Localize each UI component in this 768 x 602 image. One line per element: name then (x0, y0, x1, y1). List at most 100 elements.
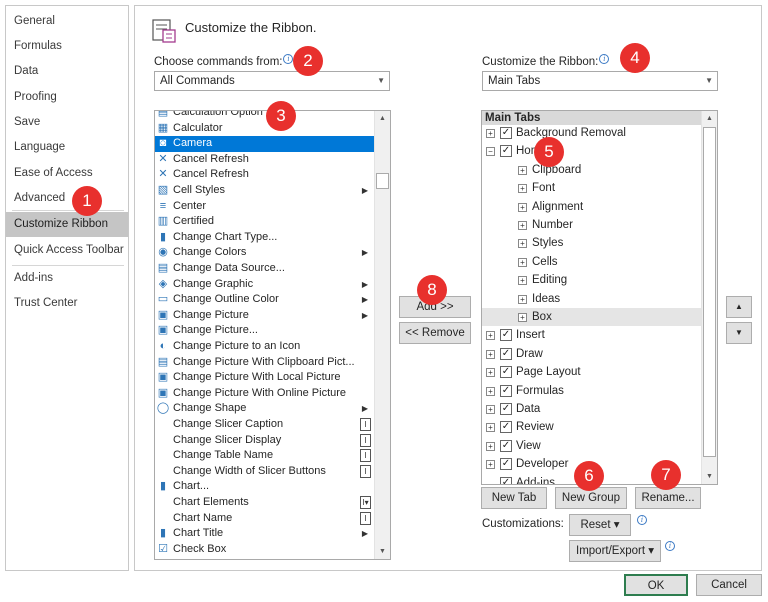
expand-icon[interactable]: + (486, 386, 495, 396)
command-list-item[interactable]: ▮ Chart Title ▶ (155, 526, 374, 542)
scroll-up-icon[interactable]: ▲ (375, 111, 390, 126)
tree-tab-item[interactable]: + ✓ Page Layout (482, 363, 701, 381)
expand-icon[interactable]: + (486, 349, 495, 359)
collapse-icon[interactable]: − (486, 147, 495, 157)
cancel-button[interactable]: Cancel (696, 574, 762, 596)
command-list-item[interactable]: ▤ Change Data Source... (155, 261, 374, 277)
expand-icon[interactable]: + (518, 221, 527, 230)
scroll-down-icon[interactable]: ▼ (702, 469, 717, 484)
command-list-item[interactable]: Chart Elements I▾ (155, 495, 374, 511)
nav-item-ease-of-access[interactable]: Ease of Access (6, 161, 128, 186)
nav-item-general[interactable]: General (6, 9, 128, 34)
tabs-scrollbar[interactable]: ▲ ▼ (701, 111, 717, 484)
checkbox[interactable]: ✓ (500, 439, 512, 452)
nav-item-customize-ribbon[interactable]: Customize Ribbon (6, 212, 128, 237)
nav-item-add-ins[interactable]: Add-ins (6, 266, 128, 291)
tree-group-item[interactable]: + Cells (482, 253, 701, 271)
checkbox[interactable]: ✓ (500, 127, 512, 139)
tree-tab-item[interactable]: + ✓ Data (482, 400, 701, 418)
command-list-item[interactable]: ▭ Change Outline Color ▶ (155, 292, 374, 308)
tree-group-item[interactable]: + Editing (482, 271, 701, 289)
new-tab-button[interactable]: New Tab (481, 487, 547, 509)
tree-group-item[interactable]: + Number (482, 216, 701, 234)
command-list-item[interactable]: ▮ Change Chart Type... (155, 230, 374, 246)
expand-icon[interactable]: + (486, 460, 495, 470)
command-list-item[interactable]: ◐ Change Picture to an Icon (155, 339, 374, 355)
command-list-item[interactable]: ▥ Certified (155, 214, 374, 230)
command-list-item[interactable]: Change Width of Slicer Buttons I (155, 464, 374, 480)
command-list-item[interactable]: ▣ Change Picture With Online Picture (155, 386, 374, 402)
ok-button[interactable]: OK (624, 574, 688, 596)
command-list-item[interactable]: ▧ Cell Styles ▶ (155, 183, 374, 199)
command-list-item[interactable]: ◈ Change Graphic ▶ (155, 277, 374, 293)
tree-group-item[interactable]: + Font (482, 179, 701, 197)
expand-icon[interactable]: + (486, 423, 495, 433)
tree-tab-item[interactable]: + ✓ Background Removal (482, 124, 701, 142)
expand-icon[interactable]: + (518, 276, 527, 286)
nav-item-language[interactable]: Language (6, 135, 128, 160)
expand-icon[interactable]: + (518, 313, 527, 322)
command-list-item[interactable]: ▣ Change Picture ▶ (155, 308, 374, 324)
scroll-up-icon[interactable]: ▲ (702, 111, 717, 126)
command-list-item[interactable]: ≡ Center (155, 199, 374, 215)
rename-button[interactable]: Rename... (635, 487, 701, 509)
tree-group-item[interactable]: + Clipboard (482, 161, 701, 179)
nav-item-advanced[interactable]: Advanced (6, 186, 128, 211)
tree-group-item[interactable]: + Alignment (482, 198, 701, 216)
expand-icon[interactable]: + (486, 441, 495, 451)
checkbox[interactable]: ✓ (500, 458, 512, 471)
expand-icon[interactable]: + (486, 129, 495, 138)
move-up-button[interactable]: ▲ (726, 296, 752, 318)
command-list-item[interactable]: ◯ Change Shape ▶ (155, 401, 374, 417)
checkbox[interactable]: ✓ (500, 476, 512, 484)
tree-group-item[interactable]: + Ideas (482, 290, 701, 308)
command-list-item[interactable]: ◙ Camera (155, 136, 374, 152)
command-list-item[interactable]: ▤ Calculation Option (155, 111, 374, 121)
command-list-item[interactable]: Change Slicer Display I (155, 433, 374, 449)
expand-icon[interactable]: + (518, 165, 527, 175)
command-list-item[interactable]: ✕ Cancel Refresh (155, 152, 374, 168)
move-down-button[interactable]: ▼ (726, 322, 752, 344)
command-list-item[interactable]: ☑Check Box (155, 557, 374, 559)
checkbox[interactable]: ✓ (500, 145, 512, 158)
scroll-thumb[interactable] (703, 127, 716, 457)
import-export-button[interactable]: Import/Export ▾ (569, 540, 661, 562)
nav-item-save[interactable]: Save (6, 110, 128, 135)
customize-ribbon-dropdown[interactable]: Main Tabs ▼ (482, 71, 718, 91)
tree-tab-item[interactable]: − ✓ Home (482, 142, 701, 160)
tree-tab-item[interactable]: + ✓ Review (482, 418, 701, 436)
tree-tab-item[interactable]: + ✓ Formulas (482, 382, 701, 400)
ribbon-tabs-tree[interactable]: ▲ ▼ + ✓ Background Removal − ✓ Home + Clipboard… (481, 110, 718, 485)
checkbox[interactable]: ✓ (500, 384, 512, 397)
command-list-item[interactable]: ▤ Change Picture With Clipboard Pict... (155, 355, 374, 371)
command-list-item[interactable]: ▦ Calculator (155, 121, 374, 137)
tree-tab-item[interactable]: + ✓ Draw (482, 345, 701, 363)
expand-icon[interactable]: + (486, 331, 495, 341)
expand-icon[interactable]: + (518, 239, 527, 249)
command-list-item[interactable]: ◉ Change Colors ▶ (155, 245, 374, 261)
nav-item-trust-center[interactable]: Trust Center (6, 291, 128, 316)
command-list-item[interactable]: ▣ Change Picture With Local Picture (155, 370, 374, 386)
remove-button[interactable]: << Remove (399, 322, 471, 344)
expand-icon[interactable]: + (518, 257, 527, 267)
expand-icon[interactable]: + (518, 184, 527, 194)
command-list-item[interactable]: ▮ Chart... (155, 479, 374, 495)
commands-list[interactable]: ☑Check Box☑Check Box▮Chart Title▶Chart N… (154, 110, 391, 560)
expand-icon[interactable]: + (486, 405, 495, 414)
command-list-item[interactable]: Change Table Name I (155, 448, 374, 464)
nav-item-data[interactable]: Data (6, 59, 128, 84)
tree-group-item[interactable]: + Styles (482, 234, 701, 252)
expand-icon[interactable]: + (518, 294, 527, 304)
command-list-item[interactable]: ▣ Change Picture... (155, 323, 374, 339)
expand-icon[interactable]: + (518, 202, 527, 212)
checkbox[interactable]: ✓ (500, 329, 512, 342)
checkbox[interactable]: ✓ (500, 347, 512, 360)
scroll-down-icon[interactable]: ▼ (375, 544, 390, 559)
tree-group-item[interactable]: + Box (482, 308, 701, 327)
tree-tab-item[interactable]: + ✓ Insert (482, 326, 701, 344)
tree-tab-item[interactable]: + ✓ View (482, 437, 701, 455)
command-list-item[interactable]: ☑Check Box (155, 542, 374, 558)
choose-commands-dropdown[interactable]: All Commands ▼ (154, 71, 390, 91)
command-list-item[interactable]: Change Slicer Caption I (155, 417, 374, 433)
command-list-item[interactable]: Chart Name I (155, 511, 374, 527)
